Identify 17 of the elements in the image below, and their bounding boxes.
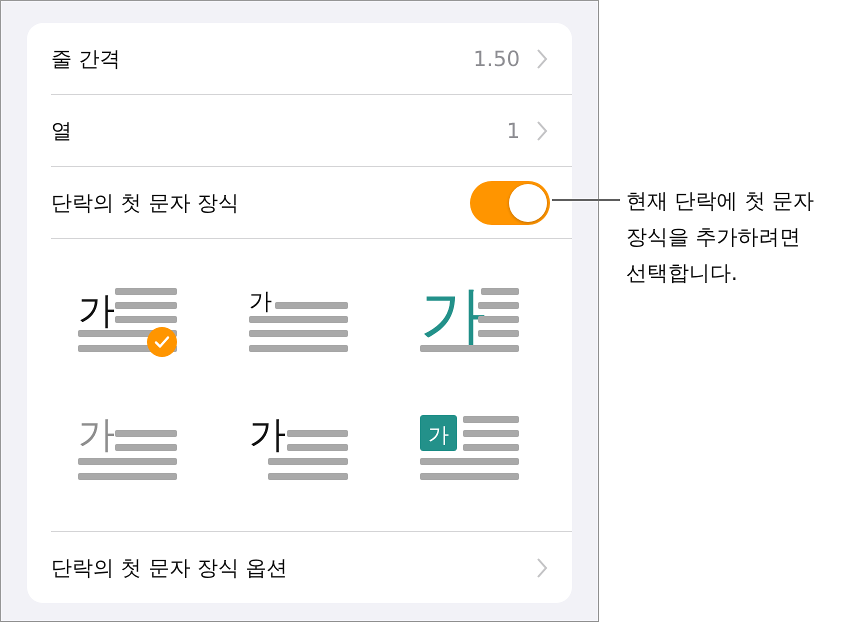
leader-line [552, 199, 620, 201]
drop-cap-style-option[interactable]: 가 [419, 407, 519, 481]
row-value: 1.50 [473, 46, 520, 70]
row-value: 1 [506, 118, 520, 142]
chevron-icon[interactable] [536, 120, 548, 142]
chevron-icon[interactable] [536, 556, 548, 578]
checkmark-icon [147, 327, 177, 357]
callout-text: 현재 단락에 첫 문자 장식을 추가하려면 선택합니다. [626, 188, 816, 287]
drop-cap-style-option[interactable]: 가 [77, 279, 177, 353]
row-label: 단락의 첫 문자 장식 옵션 [51, 554, 289, 582]
drop-cap-style-option[interactable]: 가 [248, 407, 348, 481]
row-label: 열 [51, 118, 73, 144]
row-label: 줄 간격 [51, 46, 122, 72]
chevron-icon[interactable] [536, 48, 548, 70]
drop-cap-style-option[interactable]: 가 [248, 279, 348, 353]
toggle-switch[interactable] [470, 180, 550, 224]
row-label: 단락의 첫 문자 장식 [51, 190, 240, 216]
